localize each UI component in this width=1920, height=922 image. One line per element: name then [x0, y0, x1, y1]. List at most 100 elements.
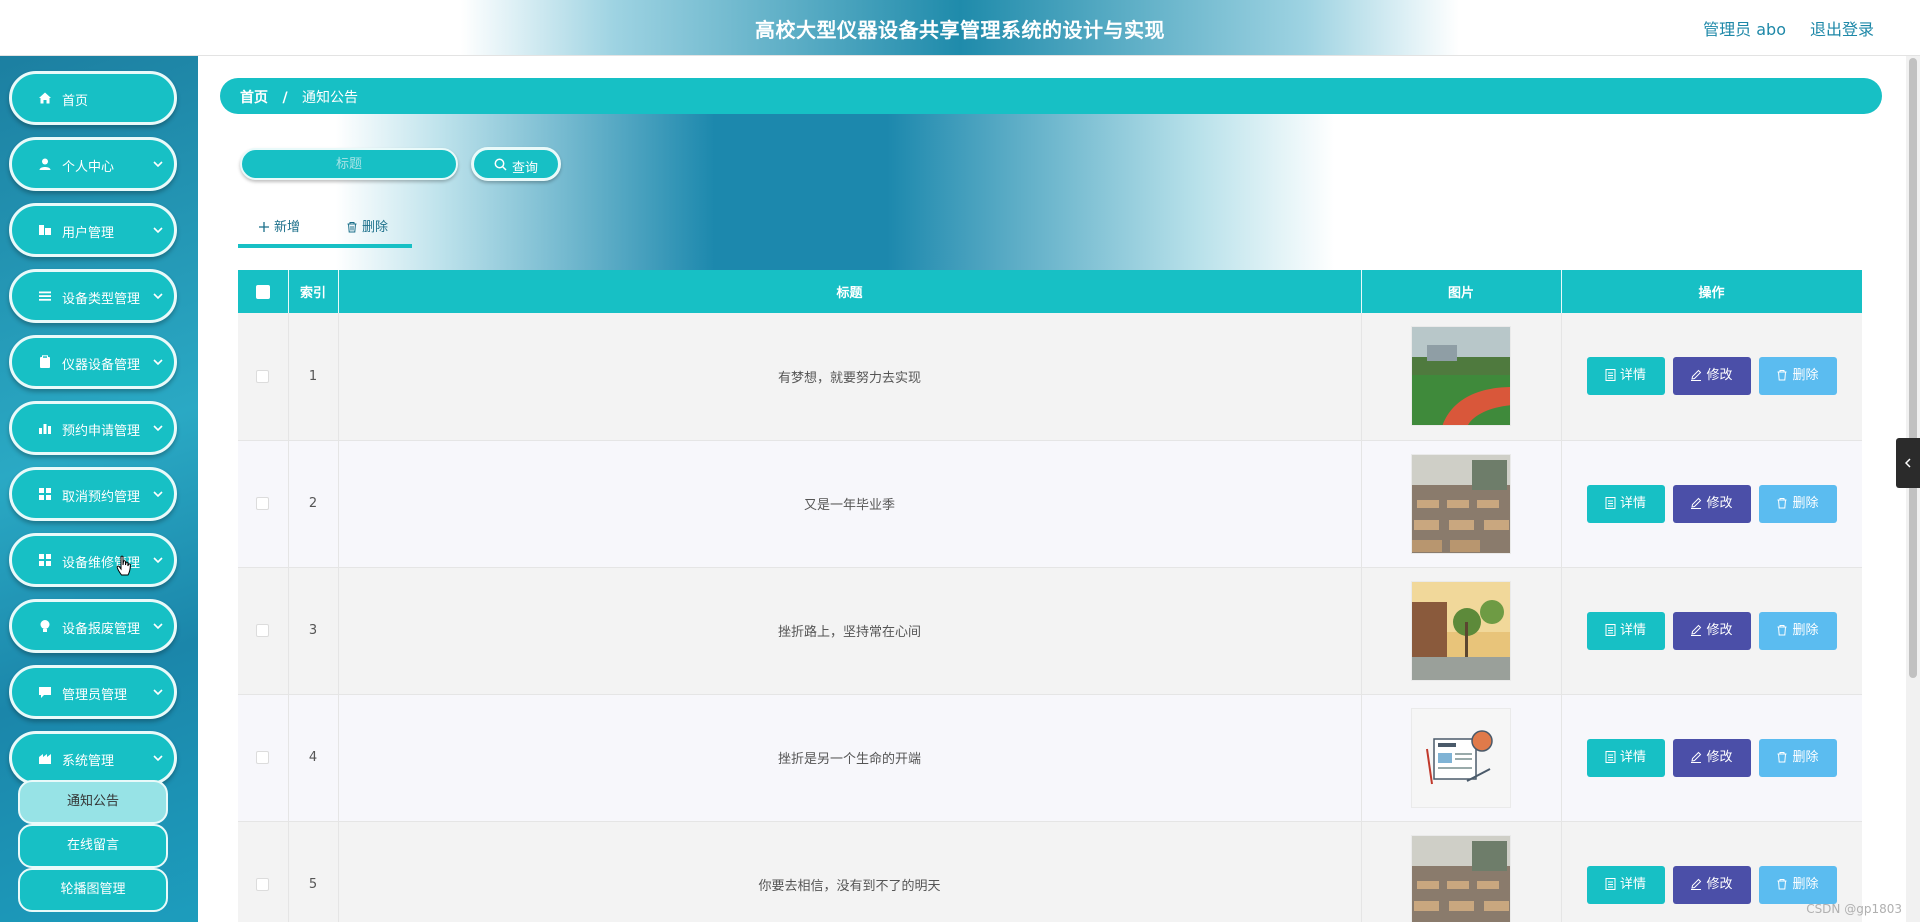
sidebar-item-label: 个人中心 — [62, 160, 115, 175]
sidebar-item-admin[interactable]: 管理员管理 — [9, 665, 177, 719]
search-button-label: 查询 — [512, 161, 539, 176]
sidebar-item-instrument[interactable]: 仪器设备管理 — [9, 335, 177, 389]
home-icon — [39, 92, 51, 104]
row-checkbox[interactable] — [256, 497, 270, 510]
row-checkbox[interactable] — [256, 751, 270, 764]
row-title: 你要去相信，没有到不了的明天 — [338, 821, 1362, 922]
detail-button[interactable]: 详情 — [1586, 484, 1665, 523]
pencil-icon — [1691, 624, 1702, 636]
edit-label: 修改 — [1706, 622, 1733, 638]
delete-button-label: 删除 — [362, 220, 389, 235]
sidebar-item-label: 首页 — [62, 94, 89, 109]
notice-table: 索引 标题 图片 操作 1 有梦想，就要努力去实现 详情 修改 删除 2 又是一… — [238, 270, 1862, 922]
hand-cursor-icon — [116, 555, 131, 576]
submenu-notice[interactable]: 通知公告 — [18, 780, 168, 824]
column-header-title: 标题 — [338, 270, 1362, 313]
row-title: 有梦想，就要努力去实现 — [338, 313, 1362, 441]
detail-button[interactable]: 详情 — [1586, 611, 1665, 650]
list-icon — [39, 291, 51, 301]
pencil-icon — [1691, 751, 1702, 763]
row-index: 3 — [288, 567, 339, 695]
pencil-icon — [1691, 370, 1702, 382]
row-title: 挫折路上，坚持常在心间 — [338, 567, 1362, 695]
delete-label: 删除 — [1792, 876, 1819, 892]
detail-label: 详情 — [1619, 622, 1646, 638]
watermark: CSDN @gp1803 — [1806, 902, 1902, 916]
sidebar-item-device-type[interactable]: 设备类型管理 — [9, 269, 177, 323]
sidebar-item-system[interactable]: 系统管理 — [9, 731, 177, 785]
chevron-down-icon — [153, 293, 163, 300]
edit-button[interactable]: 修改 — [1672, 611, 1751, 650]
bar-chart-icon — [39, 424, 51, 434]
campus-track-image — [1411, 326, 1511, 427]
delete-button[interactable]: 删除 — [1758, 865, 1837, 904]
chevron-down-icon — [153, 557, 163, 564]
detail-button[interactable]: 详情 — [1586, 357, 1665, 396]
trash-icon — [1777, 370, 1787, 381]
classroom-image — [1411, 834, 1511, 922]
row-title: 挫折是另一个生命的开端 — [338, 694, 1362, 822]
top-header: 高校大型仪器设备共享管理系统的设计与实现 管理员 abo 退出登录 — [0, 0, 1920, 56]
sidebar-item-label: 管理员管理 — [62, 688, 128, 703]
news-illustration-image — [1411, 707, 1511, 808]
detail-button[interactable]: 详情 — [1586, 865, 1665, 904]
edit-button[interactable]: 修改 — [1672, 357, 1751, 396]
batch-delete-button[interactable]: 删除 — [346, 216, 388, 235]
logout-link[interactable]: 退出登录 — [1810, 16, 1874, 40]
sidebar-item-maintenance[interactable]: 设备维修管理 — [9, 533, 177, 587]
table-row: 1 有梦想，就要努力去实现 详情 修改 删除 — [238, 313, 1862, 441]
delete-button[interactable]: 删除 — [1758, 484, 1837, 523]
edit-button[interactable]: 修改 — [1672, 484, 1751, 523]
select-all-checkbox[interactable] — [255, 284, 270, 299]
plus-icon — [259, 222, 269, 232]
edit-label: 修改 — [1706, 368, 1733, 384]
scrollbar-thumb[interactable] — [1909, 58, 1917, 678]
row-index: 1 — [288, 313, 339, 441]
column-header-index: 索引 — [288, 270, 339, 313]
edit-label: 修改 — [1706, 876, 1733, 892]
sidebar-item-user-management[interactable]: 用户管理 — [9, 203, 177, 257]
grid-icon — [39, 488, 51, 500]
title-search-input[interactable] — [240, 148, 458, 180]
sidebar-item-label: 设备类型管理 — [62, 292, 141, 307]
collapse-toggle-button[interactable] — [1896, 438, 1920, 488]
row-checkbox[interactable] — [256, 878, 270, 891]
sidebar-item-home[interactable]: 首页 — [9, 71, 177, 125]
sidebar-item-cancel-reservation[interactable]: 取消预约管理 — [9, 467, 177, 521]
pencil-icon — [1691, 497, 1702, 509]
sidebar-item-personal-center[interactable]: 个人中心 — [9, 137, 177, 191]
edit-button[interactable]: 修改 — [1672, 738, 1751, 777]
search-button[interactable]: 查询 — [471, 147, 561, 181]
delete-button[interactable]: 删除 — [1758, 611, 1837, 650]
delete-label: 删除 — [1792, 749, 1819, 765]
submenu-carousel[interactable]: 轮播图管理 — [18, 868, 168, 912]
sidebar: 首页 个人中心 用户管理 设备类型管理 仪器设备管理 预约申请管理 取消预约管理… — [0, 56, 198, 922]
select-all-header[interactable] — [238, 270, 289, 313]
chevron-down-icon — [153, 425, 163, 432]
sidebar-item-reservation[interactable]: 预约申请管理 — [9, 401, 177, 455]
clipboard-icon — [40, 355, 50, 368]
page-scrollbar[interactable] — [1906, 56, 1920, 922]
detail-button[interactable]: 详情 — [1586, 738, 1665, 777]
chevron-down-icon — [153, 623, 163, 630]
table-header-row: 索引 标题 图片 操作 — [238, 270, 1862, 313]
row-checkbox[interactable] — [256, 369, 270, 383]
sidebar-item-scrap[interactable]: 设备报废管理 — [9, 599, 177, 653]
chevron-down-icon — [153, 359, 163, 366]
document-icon — [1605, 750, 1616, 763]
trash-icon — [1777, 497, 1787, 508]
row-index: 4 — [288, 694, 339, 822]
add-button[interactable]: 新增 — [258, 216, 300, 235]
edit-button[interactable]: 修改 — [1672, 865, 1751, 904]
search-icon — [494, 158, 507, 171]
delete-button[interactable]: 删除 — [1758, 357, 1837, 396]
row-checkbox[interactable] — [256, 624, 270, 637]
row-title: 又是一年毕业季 — [338, 440, 1362, 568]
delete-button[interactable]: 删除 — [1758, 738, 1837, 777]
settings-icon — [39, 754, 51, 764]
trash-icon — [1777, 878, 1787, 889]
submenu-message[interactable]: 在线留言 — [18, 824, 168, 868]
breadcrumb-home[interactable]: 首页 — [240, 90, 268, 106]
detail-label: 详情 — [1619, 876, 1646, 892]
sidebar-item-label: 预约申请管理 — [62, 424, 141, 439]
